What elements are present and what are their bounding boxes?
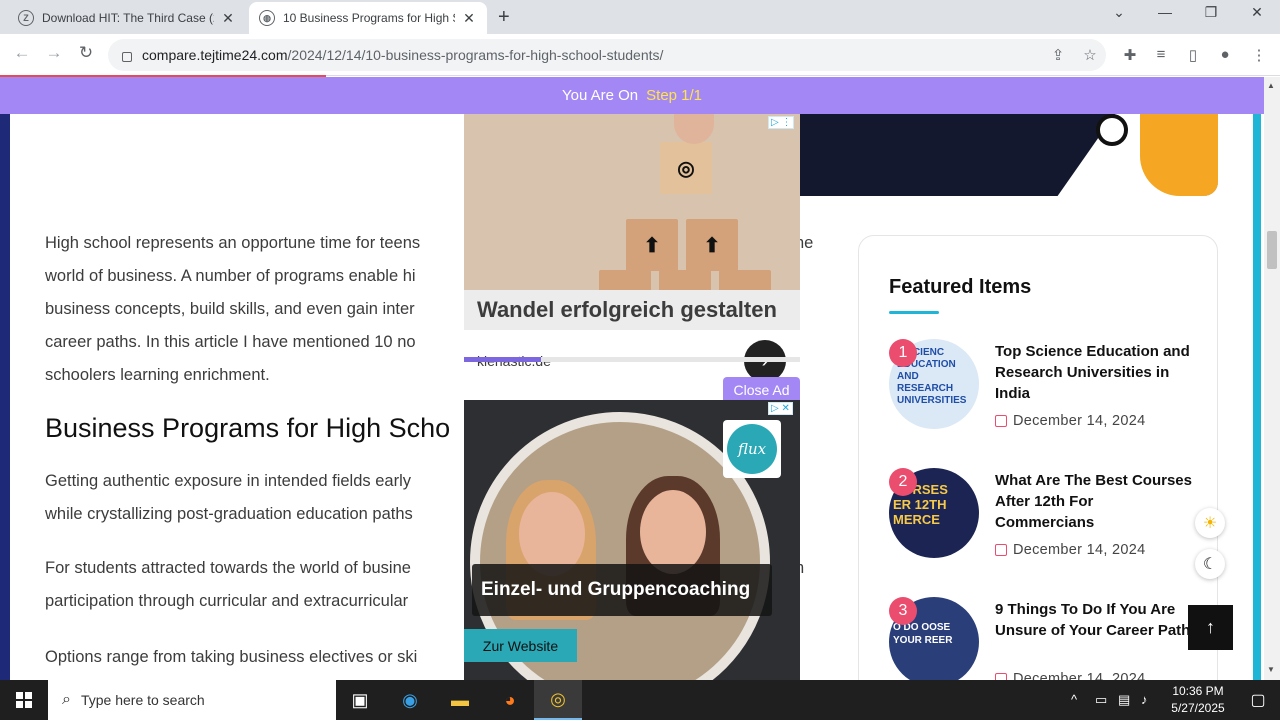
article-paragraph-2: Getting authentic exposure in intended f… [45, 472, 413, 523]
ad-headline[interactable]: Wandel erfolgreich gestalten [477, 297, 777, 323]
web-page: You Are On Step 1/1 High school represen… [0, 77, 1264, 680]
volume-icon[interactable]: ♪ [1141, 692, 1148, 707]
back-to-top-button[interactable]: ↑ [1188, 605, 1233, 650]
adchoices-close-icon[interactable]: ▷ ✕ [768, 402, 793, 415]
meet-now-icon[interactable]: ▭ [1095, 692, 1107, 708]
taskbar-search-box[interactable]: ⌕ Type here to search [48, 680, 336, 720]
calendar-icon [995, 673, 1007, 680]
target-icon: ◎ [660, 142, 712, 194]
restore-button[interactable]: ❐ [1199, 4, 1223, 21]
windows-logo-icon [16, 692, 32, 708]
arrow-up-icon: ⬆ [686, 219, 738, 271]
arrow-up-icon: ⬆ [626, 219, 678, 271]
item-number-badge: 1 [889, 339, 917, 367]
scrollbar-thumb[interactable] [1267, 231, 1277, 269]
minimize-button[interactable]: — [1153, 4, 1177, 20]
address-bar[interactable]: compare.tejtime24.com/2024/12/14/10-busi… [108, 39, 1106, 71]
chrome-icon[interactable]: ◎ [534, 680, 582, 720]
article-hero-image [780, 114, 1218, 196]
browser-toolbar: ← → ↻ compare.tejtime24.com/2024/12/14/1… [0, 34, 1280, 76]
scroll-down-arrow-icon[interactable]: ▼ [1267, 665, 1275, 674]
tab-download-hit[interactable]: Z Download HIT: The Third Case (2 ✕ [8, 2, 246, 34]
dark-mode-moon-icon[interactable]: ☾ [1195, 549, 1225, 579]
clock-time: 10:36 PM [1172, 684, 1224, 698]
network-icon[interactable]: ▤ [1118, 692, 1130, 708]
tab-business-programs[interactable]: ◍ 10 Business Programs for High S ✕ [249, 2, 487, 34]
start-button[interactable] [0, 680, 48, 720]
section-heading: Business Programs for High Scho [45, 413, 451, 443]
task-view-icon[interactable]: ▣ [336, 680, 384, 720]
media-queue-icon[interactable]: ≡ [1151, 46, 1171, 63]
windows-taskbar: ⌕ Type here to search ▣ ◉ ▬ ◕ ◎ ^ ▭ ▤ ♪ … [0, 680, 1280, 720]
clock-date: 5/27/2025 [1171, 701, 1225, 715]
title-underline [889, 311, 939, 314]
featured-item-date: December 14, 2024 [995, 413, 1145, 429]
calendar-icon [995, 415, 1007, 427]
widget-title: Featured Items [889, 276, 1032, 298]
ad-banner-coaching[interactable]: ▷ ✕ flux Einzel- und Gruppencoaching Zur… [464, 400, 800, 680]
featured-item-title[interactable]: What Are The Best Courses After 12th For… [995, 470, 1195, 533]
featured-items-widget: Featured Items P SCIENC EDUCATION AND RE… [858, 235, 1218, 680]
close-tab-icon[interactable]: ✕ [220, 10, 236, 27]
url-host: compare.tejtime24.com [142, 47, 288, 63]
hand-fingers [674, 114, 714, 144]
featured-item[interactable]: OURSES ER 12TH MERCE 2 What Are The Best… [889, 468, 1199, 568]
featured-item[interactable]: O DO OOSE YOUR REER 3 9 Things To Do If … [889, 597, 1199, 680]
extensions-puzzle-icon[interactable]: ✚ [1120, 46, 1140, 64]
new-tab-button[interactable]: + [498, 6, 510, 29]
menu-kebab-icon[interactable]: ⋮ [1249, 46, 1269, 64]
featured-item-title[interactable]: Top Science Education and Research Unive… [995, 341, 1195, 404]
share-icon[interactable]: ⇪ [1048, 46, 1068, 64]
browser-tab-strip: Z Download HIT: The Third Case (2 ✕ ◍ 10… [0, 0, 1280, 34]
tab-search-chevron-icon[interactable]: ⌄ [1107, 4, 1131, 21]
tray-overflow-chevron-icon[interactable]: ^ [1071, 692, 1077, 707]
featured-item-title[interactable]: 9 Things To Do If You Are Unsure of Your… [995, 599, 1195, 641]
search-placeholder: Type here to search [80, 692, 205, 708]
side-panel-icon[interactable]: ▯ [1183, 46, 1203, 64]
close-window-button[interactable]: ✕ [1245, 4, 1269, 21]
file-explorer-icon[interactable]: ▬ [436, 680, 484, 720]
globe-icon: ◍ [259, 10, 275, 26]
ad-image-blocks: ◎ ⬆ ⬆ [464, 114, 800, 290]
featured-item-date: December 14, 2024 [995, 542, 1145, 558]
ad-banner-wandel[interactable]: ◎ ⬆ ⬆ ▷ ⋮ Wandel erfolgreich gestalten k… [464, 114, 800, 394]
ad-caption[interactable]: Einzel- und Gruppencoaching [472, 564, 772, 616]
tab-title: 10 Business Programs for High S [283, 11, 455, 25]
featured-item-date: December 14, 2024 [995, 671, 1145, 680]
tab-title: Download HIT: The Third Case (2 [42, 11, 214, 25]
item-number-badge: 2 [889, 468, 917, 496]
ad-cta-button[interactable]: Zur Website [464, 629, 577, 662]
person-face [640, 490, 706, 574]
back-arrow-icon[interactable]: ← [10, 43, 34, 63]
item-number-badge: 3 [889, 597, 917, 625]
step-banner: You Are On Step 1/1 [0, 77, 1264, 114]
light-mode-sun-icon[interactable]: ☀ [1195, 508, 1225, 538]
article-paragraph-4: Options range from taking business elect… [45, 648, 418, 666]
notification-icon[interactable]: ▢ [1236, 680, 1280, 720]
article-paragraph-3: For students attracted towards the world… [45, 559, 411, 610]
lock-icon [122, 52, 132, 62]
profile-avatar-icon[interactable]: ● [1215, 46, 1235, 63]
flux-logo: flux [723, 420, 781, 478]
ad-progress-bar [464, 357, 800, 362]
url-path: /2024/12/14/10-business-programs-for-hig… [287, 47, 664, 63]
close-tab-icon[interactable]: ✕ [461, 10, 477, 27]
step-count: Step 1/1 [646, 87, 703, 104]
system-clock[interactable]: 10:36 PM 5/27/2025 [1160, 683, 1236, 717]
reload-icon[interactable]: ↻ [74, 43, 98, 63]
bookmark-star-icon[interactable]: ☆ [1080, 46, 1100, 64]
left-decor-stripe [0, 114, 10, 680]
search-icon: ⌕ [62, 691, 71, 708]
page-scrollbar[interactable]: ▲ ▼ [1264, 77, 1280, 680]
edge-browser-icon[interactable]: ◉ [386, 680, 434, 720]
right-decor-stripe [1253, 114, 1261, 680]
scroll-up-arrow-icon[interactable]: ▲ [1267, 81, 1275, 90]
calendar-icon [995, 544, 1007, 556]
adchoices-icon[interactable]: ▷ ⋮ [768, 116, 795, 129]
firefox-icon[interactable]: ◕ [486, 680, 534, 720]
step-label: You Are On [561, 87, 639, 104]
zeta-favicon-icon: Z [18, 10, 34, 26]
featured-item[interactable]: P SCIENC EDUCATION AND RESEARCH UNIVERSI… [889, 339, 1199, 439]
forward-arrow-icon[interactable]: → [42, 43, 66, 63]
